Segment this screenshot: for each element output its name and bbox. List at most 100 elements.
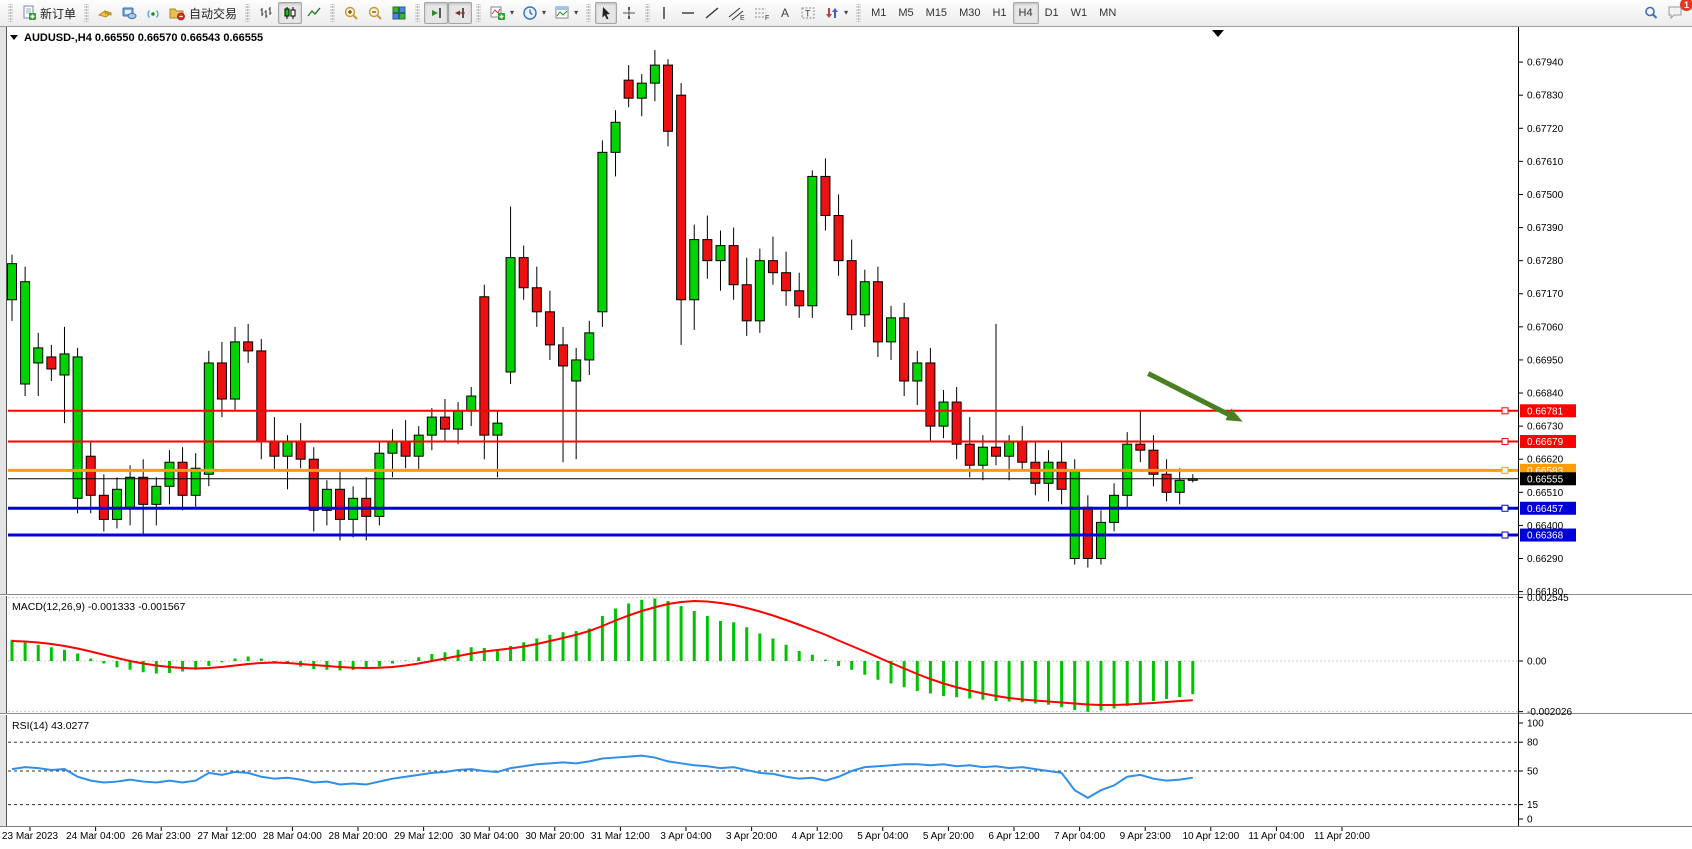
crosshair-button[interactable] xyxy=(617,2,641,24)
price-tag: 0.66457 xyxy=(1520,502,1576,515)
bar-chart-button[interactable] xyxy=(254,2,278,24)
hline-handle[interactable] xyxy=(1502,438,1508,444)
candle-body xyxy=(795,291,804,306)
hline-handle[interactable] xyxy=(1502,532,1508,538)
text-label-button[interactable]: T xyxy=(796,2,820,24)
auto-scroll-button[interactable] xyxy=(424,2,448,24)
candle-body xyxy=(60,354,69,375)
price-tag: 0.66368 xyxy=(1520,529,1576,542)
horizontal-line-button[interactable] xyxy=(676,2,700,24)
toolbar-grip[interactable] xyxy=(8,4,13,22)
candle-body xyxy=(1175,480,1184,492)
time-tick-label: 6 Apr 12:00 xyxy=(988,831,1040,842)
chart-title: AUDUSD-,H4 0.66550 0.66570 0.66543 0.665… xyxy=(10,32,263,44)
candle-body xyxy=(650,65,659,83)
equidistant-channel-button[interactable]: E xyxy=(724,2,749,24)
time-tick-label: 23 Mar 2023 xyxy=(2,831,59,842)
price-tick-label: 0.66510 xyxy=(1527,488,1564,499)
signals-button[interactable] xyxy=(141,2,165,24)
candle-body xyxy=(611,122,620,152)
new-order-label: 新订单 xyxy=(40,5,76,22)
candle-body xyxy=(992,447,1001,456)
vertical-line-button[interactable] xyxy=(654,2,676,24)
chart-window[interactable]: 0.679400.678300.677200.676100.675000.673… xyxy=(0,27,1692,849)
candle-body xyxy=(559,345,568,366)
candle-body xyxy=(139,477,148,504)
candle-body xyxy=(440,417,449,429)
fibonacci-button[interactable]: F xyxy=(749,2,774,24)
toolbar-grip[interactable] xyxy=(415,4,420,22)
svg-text:0.66555: 0.66555 xyxy=(1527,474,1564,485)
candle-body xyxy=(506,258,515,372)
timeframe-m1-button[interactable]: M1 xyxy=(865,2,892,24)
trendline-button[interactable] xyxy=(700,2,724,24)
svg-text:F: F xyxy=(765,15,769,21)
candle-body xyxy=(8,264,17,300)
candlestick-chart-button[interactable] xyxy=(278,2,302,24)
periods-button[interactable]: ▾ xyxy=(518,2,550,24)
chart-shift-button[interactable] xyxy=(448,2,472,24)
price-tick-label: 0.67720 xyxy=(1527,124,1564,135)
zoom-out-button[interactable] xyxy=(363,2,387,24)
terminal-icon xyxy=(121,5,137,21)
zoom-in-button[interactable] xyxy=(339,2,363,24)
macd-label: MACD(12,26,9) -0.001333 -0.001567 xyxy=(12,601,186,613)
toolbar-grip[interactable] xyxy=(856,4,861,22)
candle-body xyxy=(729,246,738,285)
bar-chart-icon xyxy=(258,5,274,21)
cursor-icon xyxy=(599,6,613,21)
candle-body xyxy=(887,318,896,342)
timeframe-h1-button[interactable]: H1 xyxy=(986,2,1012,24)
toolbar-grip[interactable] xyxy=(245,4,250,22)
candle-body xyxy=(742,285,751,321)
price-tick-label: 0.67610 xyxy=(1527,157,1564,168)
candle-body xyxy=(257,351,266,441)
market-watch-button[interactable] xyxy=(93,2,117,24)
candle-body xyxy=(112,489,121,519)
candle-body xyxy=(34,348,43,363)
toolbar-grip[interactable] xyxy=(645,4,650,22)
hline-handle[interactable] xyxy=(1502,408,1508,414)
timeframe-m15-button[interactable]: M15 xyxy=(920,2,953,24)
timeframe-h4-button[interactable]: H4 xyxy=(1013,2,1039,24)
candle-body xyxy=(427,417,436,435)
indicators-button[interactable]: ▾ xyxy=(485,2,518,24)
auto-scroll-icon xyxy=(428,5,444,21)
new-order-button[interactable]: 新订单 xyxy=(17,2,80,24)
toolbar-grip[interactable] xyxy=(84,4,89,22)
cursor-button[interactable] xyxy=(595,2,617,24)
candle-body xyxy=(755,261,764,321)
candle-body xyxy=(1096,522,1105,558)
time-tick-label: 11 Apr 04:00 xyxy=(1248,831,1304,842)
hline-handle[interactable] xyxy=(1502,505,1508,511)
candle-body xyxy=(401,441,410,456)
auto-trading-button[interactable]: 自动交易 xyxy=(165,2,241,24)
line-chart-button[interactable] xyxy=(302,2,326,24)
arrows-button[interactable]: ▾ xyxy=(820,2,852,24)
terminal-button[interactable] xyxy=(117,2,141,24)
timeframe-m5-button[interactable]: M5 xyxy=(892,2,919,24)
search-icon xyxy=(1643,5,1659,21)
toolbar-grip[interactable] xyxy=(330,4,335,22)
toolbar-grip[interactable] xyxy=(476,4,481,22)
timeframe-w1-button[interactable]: W1 xyxy=(1065,2,1094,24)
candle-body xyxy=(21,282,30,384)
search-button[interactable] xyxy=(1639,2,1663,24)
tile-windows-button[interactable] xyxy=(387,2,411,24)
hline-handle[interactable] xyxy=(1502,467,1508,473)
candle-body xyxy=(913,363,922,381)
templates-button[interactable]: ▾ xyxy=(550,2,582,24)
candle-body xyxy=(217,363,226,399)
timeframe-mn-button[interactable]: MN xyxy=(1093,2,1122,24)
text-button[interactable]: A xyxy=(774,2,796,24)
svg-text:0.66679: 0.66679 xyxy=(1527,437,1564,448)
timeframe-m30-button[interactable]: M30 xyxy=(953,2,986,24)
timeframe-d1-button[interactable]: D1 xyxy=(1039,2,1065,24)
periods-icon xyxy=(522,5,538,21)
candle-body xyxy=(585,333,594,360)
candle-body xyxy=(336,489,345,519)
candlestick-chart-icon xyxy=(282,5,298,21)
symbol-title: AUDUSD-,H4 0.66550 0.66570 0.66543 0.665… xyxy=(24,32,263,44)
toolbar-grip[interactable] xyxy=(586,4,591,22)
candle-body xyxy=(1083,507,1092,558)
